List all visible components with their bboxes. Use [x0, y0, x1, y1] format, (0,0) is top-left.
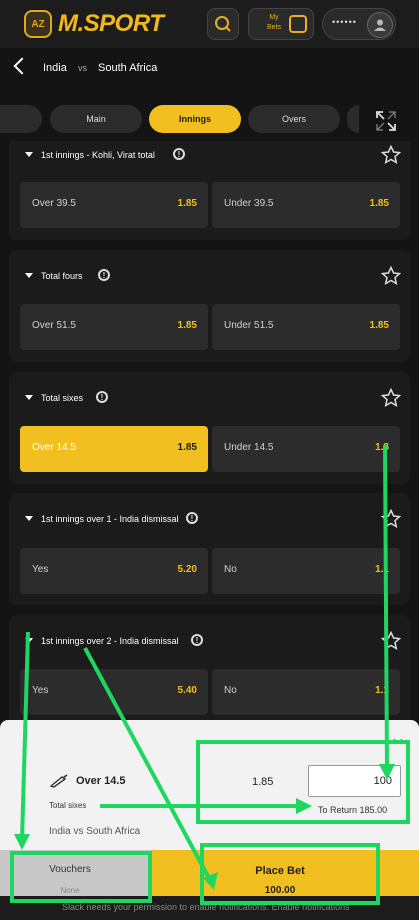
- odds-label: Under 51.5: [224, 320, 274, 331]
- market-title: 1st innings over 1 - India dismissal: [41, 514, 179, 524]
- place-bet-label: Place Bet: [255, 865, 305, 877]
- selection-market: Total sixes: [49, 801, 87, 810]
- odds-button[interactable]: Over 51.5 1.85: [20, 304, 208, 350]
- odds-button[interactable]: Yes 5.20: [20, 548, 208, 594]
- odds-price: 1.85: [177, 320, 197, 331]
- market-card: 1st innings over 1 - India dismissal ! Y…: [9, 493, 410, 605]
- tab-innings[interactable]: Innings: [149, 105, 241, 133]
- vouchers-label: Vouchers: [49, 864, 91, 875]
- avatar: [367, 12, 393, 38]
- odds-button[interactable]: No 1.1: [212, 669, 400, 715]
- user-icon: [374, 19, 386, 31]
- notification-text[interactable]: Slack needs your permission to enable no…: [62, 902, 350, 912]
- market-card: 1st innings - Kohli, Virat total ! Over …: [9, 141, 410, 240]
- favorite-star-icon[interactable]: [381, 145, 401, 165]
- odds-label: Over 14.5: [32, 442, 76, 453]
- selection-match: India vs South Africa: [49, 826, 141, 837]
- info-icon[interactable]: !: [186, 512, 198, 524]
- top-bar: AZ M.SPORT My Bets ••••••: [0, 0, 419, 48]
- account-button[interactable]: ••••••: [322, 8, 396, 40]
- odds-price: 5.20: [177, 564, 197, 575]
- match-header: India vs South Africa: [0, 48, 419, 90]
- favorite-star-icon[interactable]: [381, 509, 401, 529]
- tab-overs[interactable]: Overs: [248, 105, 340, 133]
- tab-previous[interactable]: [0, 105, 42, 133]
- odds-price: 1.85: [369, 320, 389, 331]
- market-title: 1st innings over 2 - India dismissal: [41, 636, 179, 646]
- market-card: Total sixes ! Over 14.5 1.85 Under 14.5 …: [9, 372, 410, 484]
- account-balance-masked: ••••••: [332, 17, 357, 27]
- odds-button[interactable]: Under 39.5 1.85: [212, 182, 400, 228]
- vouchers-value: None: [60, 886, 80, 895]
- odds-price: 5.40: [177, 685, 197, 696]
- collapse-caret-icon[interactable]: [25, 152, 33, 157]
- to-return-label: To Return: [318, 805, 358, 815]
- favorite-star-icon[interactable]: [381, 266, 401, 286]
- my-bets-label: My Bets: [266, 14, 281, 31]
- odds-button-selected[interactable]: Over 14.5 1.85: [20, 426, 208, 472]
- cricket-bat-icon: [49, 774, 68, 788]
- collapse-caret-icon[interactable]: [25, 638, 33, 643]
- odds-button[interactable]: Under 14.5 1.8: [212, 426, 400, 472]
- search-icon: [215, 16, 231, 32]
- favorite-star-icon[interactable]: [381, 388, 401, 408]
- search-button[interactable]: [207, 8, 239, 40]
- odds-label: Yes: [32, 564, 49, 575]
- team-home: India: [43, 62, 67, 74]
- expand-icon[interactable]: [374, 109, 398, 133]
- to-return: To Return 185.00: [318, 805, 387, 815]
- market-tabs: Main Innings Overs: [0, 95, 419, 141]
- tab-main[interactable]: Main: [50, 105, 142, 133]
- info-icon[interactable]: !: [98, 269, 110, 281]
- market-card: 1st innings over 2 - India dismissal ! Y…: [9, 615, 410, 727]
- team-away: South Africa: [98, 62, 158, 74]
- odds-price: 1.1: [375, 685, 389, 696]
- odds-label: Over 51.5: [32, 320, 76, 331]
- odds-price: 1.85: [177, 442, 197, 453]
- selection-name: Over 14.5: [76, 775, 126, 787]
- brand-logo[interactable]: M.SPORT: [58, 10, 164, 38]
- market-card: Total fours ! Over 51.5 1.85 Under 51.5 …: [9, 250, 410, 362]
- odds-label: Under 14.5: [224, 442, 274, 453]
- odds-button[interactable]: No 1.1: [212, 548, 400, 594]
- odds-price: 1.1: [375, 564, 389, 575]
- back-arrow-icon[interactable]: [13, 57, 31, 75]
- chevron-down-icon[interactable]: [393, 736, 403, 746]
- odds-price: 1.85: [369, 198, 389, 209]
- betslip-icon: [289, 15, 307, 33]
- collapse-caret-icon[interactable]: [25, 395, 33, 400]
- odds-price: 1.85: [177, 198, 197, 209]
- odds-button[interactable]: Yes 5.40: [20, 669, 208, 715]
- market-title: 1st innings - Kohli, Virat total: [41, 150, 155, 160]
- selection-odds: 1.85: [252, 776, 274, 788]
- collapse-caret-icon[interactable]: [25, 273, 33, 278]
- odds-button[interactable]: Over 39.5 1.85: [20, 182, 208, 228]
- tab-more[interactable]: [347, 105, 359, 133]
- market-title: Total sixes: [41, 393, 84, 403]
- place-bet-amount: 100.00: [264, 885, 296, 896]
- collapse-caret-icon[interactable]: [25, 516, 33, 521]
- odds-label: Over 39.5: [32, 198, 76, 209]
- my-bets-button[interactable]: My Bets: [248, 8, 314, 40]
- odds-button[interactable]: Under 51.5 1.85: [212, 304, 400, 350]
- odds-price: 1.8: [375, 442, 389, 453]
- vs-label: vs: [78, 63, 87, 73]
- az-icon[interactable]: AZ: [24, 10, 52, 38]
- notification-bar: Slack needs your permission to enable no…: [0, 896, 419, 920]
- info-icon[interactable]: !: [191, 634, 203, 646]
- odds-label: Yes: [32, 685, 49, 696]
- odds-label: Under 39.5: [224, 198, 274, 209]
- favorite-star-icon[interactable]: [381, 631, 401, 651]
- market-title: Total fours: [41, 271, 83, 281]
- stake-input[interactable]: [308, 765, 401, 797]
- odds-label: No: [224, 564, 237, 575]
- info-icon[interactable]: !: [173, 148, 185, 160]
- to-return-amount: 185.00: [359, 805, 388, 815]
- odds-label: No: [224, 685, 237, 696]
- info-icon[interactable]: !: [96, 391, 108, 403]
